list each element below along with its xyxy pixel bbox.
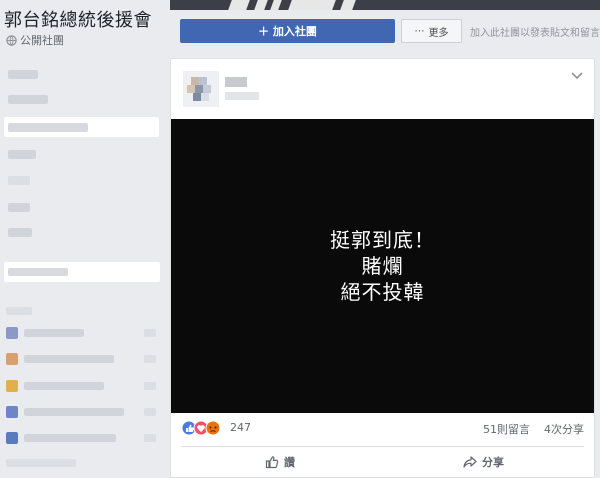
- post-image[interactable]: 挺郭到底！ 賭爛 絕不投韓: [171, 119, 594, 413]
- nav-item-blurred[interactable]: [6, 459, 76, 467]
- nav-item-blurred[interactable]: [8, 70, 38, 79]
- cover-photo: [170, 0, 600, 10]
- slogan-line-2: 賭爛: [361, 254, 404, 278]
- slogan-line-1: 挺郭到底！: [330, 228, 435, 252]
- post-time-blurred[interactable]: [225, 92, 259, 100]
- item-thumbnail: [6, 380, 18, 392]
- reaction-summary: 247 51則留言 4次分享: [171, 417, 594, 439]
- like-label: 讚: [284, 456, 295, 469]
- post-card: 挺郭到底！ 賭爛 絕不投韓 247 51則留言 4次分享 讚 分享: [170, 58, 595, 478]
- share-label: 分享: [482, 456, 504, 469]
- more-dots-icon: ⋯: [414, 25, 425, 37]
- join-group-button[interactable]: ＋ 加入社團: [180, 19, 395, 43]
- reaction-count[interactable]: 247: [230, 421, 251, 434]
- item-count-blurred: [144, 408, 156, 416]
- section-header-blurred: [6, 307, 32, 315]
- item-label-blurred: [24, 408, 124, 416]
- nav-item-blurred[interactable]: [8, 176, 30, 185]
- nav-item-blurred[interactable]: [8, 150, 36, 159]
- item-thumbnail: [6, 353, 18, 365]
- nav-item-blurred[interactable]: [8, 203, 30, 212]
- item-count-blurred: [144, 382, 156, 390]
- reaction-icons[interactable]: [181, 420, 229, 436]
- chevron-down-icon[interactable]: [570, 71, 584, 81]
- sidebar-list-item[interactable]: [6, 352, 158, 366]
- share-count[interactable]: 4次分享: [544, 421, 584, 437]
- angry-reaction-icon: [205, 420, 221, 436]
- item-thumbnail: [6, 432, 18, 444]
- sidebar-list-item[interactable]: [6, 431, 158, 445]
- author-name-blurred[interactable]: [225, 77, 247, 87]
- thumbs-up-icon: [265, 456, 279, 469]
- item-count-blurred: [144, 329, 156, 337]
- more-button-label: 更多: [428, 27, 449, 39]
- item-label-blurred: [24, 382, 104, 390]
- item-label-blurred: [24, 434, 116, 442]
- item-count-blurred: [144, 355, 156, 363]
- item-label-blurred: [24, 355, 114, 363]
- nav-item-active[interactable]: [4, 117, 159, 137]
- globe-icon: [6, 34, 17, 46]
- nav-item-blurred[interactable]: [8, 95, 48, 104]
- search-placeholder-blurred: [8, 268, 68, 276]
- more-button[interactable]: ⋯ 更多: [401, 19, 462, 43]
- nav-item-blurred[interactable]: [8, 228, 32, 237]
- share-button[interactable]: 分享: [463, 451, 504, 473]
- sidebar-list-item[interactable]: [6, 379, 158, 393]
- group-title[interactable]: 郭台銘總統後援會: [4, 6, 152, 32]
- comment-count[interactable]: 51則留言: [483, 421, 530, 437]
- item-label-blurred: [24, 329, 84, 337]
- sidebar-list-item[interactable]: [6, 326, 158, 340]
- item-thumbnail: [6, 406, 18, 418]
- group-privacy: 公開社團: [6, 32, 64, 48]
- join-hint-text: 加入此社團以發表貼文和留言: [470, 28, 600, 39]
- group-type-label: 公開社團: [20, 34, 64, 47]
- share-arrow-icon: [463, 456, 477, 468]
- sidebar-list-item[interactable]: [6, 405, 158, 419]
- sidebar-search-input[interactable]: [4, 262, 160, 282]
- item-count-blurred: [144, 434, 156, 442]
- nav-item-blurred: [8, 123, 88, 132]
- item-thumbnail: [6, 327, 18, 339]
- like-button[interactable]: 讚: [265, 451, 295, 473]
- divider: [181, 446, 584, 447]
- author-avatar[interactable]: [183, 71, 219, 107]
- group-sidebar: 郭台銘總統後援會 公開社團: [0, 0, 165, 469]
- slogan-line-3: 絕不投韓: [340, 280, 425, 304]
